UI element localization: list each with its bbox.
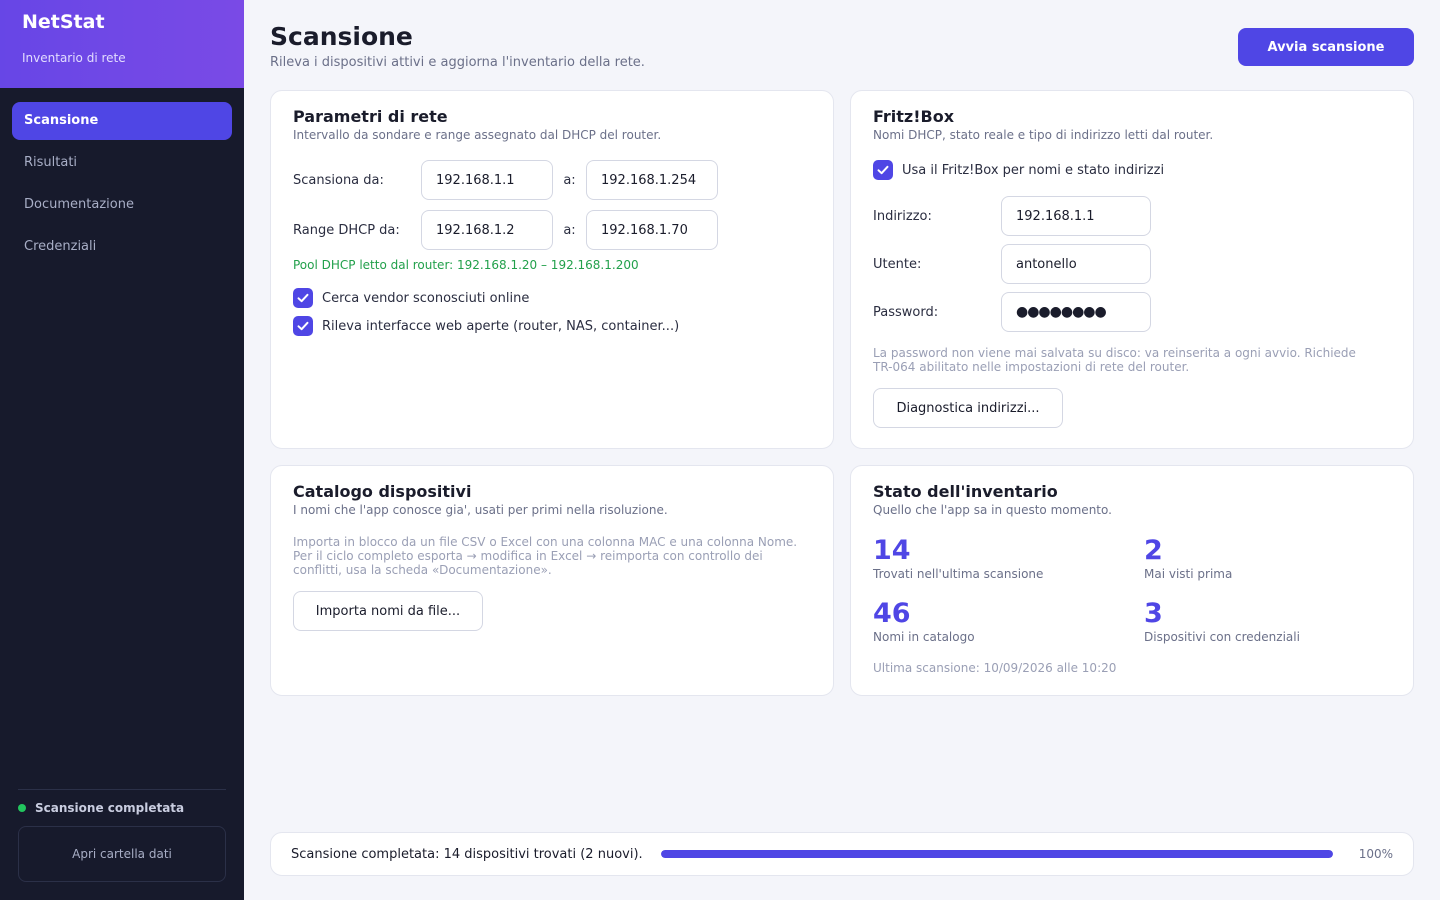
scan-range-row: Scansiona da: a: — [293, 160, 718, 200]
vendor-lookup-option: Cerca vendor sconosciuti online — [293, 288, 529, 308]
stat-label: Dispositivi con credenziali — [1144, 630, 1300, 644]
stat-catalog-names: 46 Nomi in catalogo — [873, 598, 975, 645]
sidebar-nav: Scansione Risultati Documentazione Crede… — [0, 88, 244, 266]
catalog-card-title: Catalogo dispositivi — [293, 482, 472, 501]
fritzbox-user-label: Utente: — [873, 256, 922, 272]
dhcp-to-input[interactable] — [586, 210, 718, 250]
fritzbox-note-line-2: TR-064 abilitato nelle impostazioni di r… — [873, 360, 1190, 374]
inventory-card-subtitle: Quello che l'app sa in questo momento. — [873, 503, 1112, 517]
brand-header: NetStat Inventario di rete — [0, 0, 244, 88]
status-bar: Scansione completata: 14 dispositivi tro… — [270, 832, 1414, 876]
network-params-card: Parametri di rete Intervallo da sondare … — [270, 90, 834, 449]
stat-found-last-scan: 14 Trovati nell'ultima scansione — [873, 535, 1044, 582]
network-card-subtitle: Intervallo da sondare e range assegnato … — [293, 128, 662, 142]
catalog-note-line-2: Per il ciclo completo esporta → modifica… — [293, 549, 763, 563]
scan-status-text: Scansione completata — [35, 801, 185, 815]
fritzbox-user-input[interactable] — [1001, 244, 1151, 284]
use-fritzbox-label: Usa il Fritz!Box per nomi e stato indiri… — [902, 162, 1165, 178]
app-title: NetStat — [22, 11, 105, 33]
stat-value: 2 — [1144, 535, 1163, 566]
vendor-lookup-checkbox[interactable] — [293, 288, 313, 308]
fritzbox-card-title: Fritz!Box — [873, 107, 955, 126]
dhcp-from-input[interactable] — [421, 210, 553, 250]
page-title: Scansione — [270, 22, 413, 51]
use-fritzbox-checkbox[interactable] — [873, 160, 893, 180]
status-dot-icon — [18, 804, 26, 812]
import-names-button[interactable]: Importa nomi da file... — [293, 591, 483, 631]
sidebar-item-scansione[interactable]: Scansione — [12, 102, 232, 140]
fritzbox-password-row: Password: — [873, 292, 1151, 332]
stat-label: Trovati nell'ultima scansione — [873, 567, 1044, 581]
stat-value: 14 — [873, 535, 911, 566]
stat-value: 46 — [873, 598, 911, 629]
vendor-lookup-label: Cerca vendor sconosciuti online — [322, 290, 530, 306]
fritzbox-password-note: La password non viene mai salvata su dis… — [873, 346, 1356, 374]
web-detect-checkbox[interactable] — [293, 316, 313, 336]
checkmark-icon — [297, 321, 309, 331]
catalog-note-line-1: Importa in blocco da un file CSV o Excel… — [293, 535, 798, 549]
scan-to-label: a: — [563, 172, 576, 188]
stat-value: 3 — [1144, 598, 1163, 629]
use-fritzbox-option: Usa il Fritz!Box per nomi e stato indiri… — [873, 160, 1164, 180]
sidebar: NetStat Inventario di rete Scansione Ris… — [0, 0, 244, 900]
scan-from-label: Scansiona da: — [293, 172, 384, 188]
scan-to-input[interactable] — [586, 160, 718, 200]
fritzbox-user-row: Utente: — [873, 244, 1151, 284]
fritzbox-address-input[interactable] — [1001, 196, 1151, 236]
address-diagnostics-button[interactable]: Diagnostica indirizzi... — [873, 388, 1063, 428]
sidebar-footer: Scansione completata Apri cartella dati — [18, 789, 226, 882]
stat-devices-with-credentials: 3 Dispositivi con credenziali — [1144, 598, 1300, 645]
catalog-card-subtitle: I nomi che l'app conosce gia', usati per… — [293, 503, 668, 517]
last-scan-timestamp: Ultima scansione: 10/09/2026 alle 10:20 — [873, 661, 1117, 675]
stat-label: Nomi in catalogo — [873, 630, 975, 644]
sidebar-item-documentazione[interactable]: Documentazione — [12, 186, 232, 224]
dhcp-from-label: Range DHCP da: — [293, 222, 400, 238]
fritzbox-note-line-1: La password non viene mai salvata su dis… — [873, 346, 1356, 360]
fritzbox-password-label: Password: — [873, 304, 939, 320]
dhcp-to-label: a: — [563, 222, 576, 238]
inventory-status-card: Stato dell'inventario Quello che l'app s… — [850, 465, 1414, 696]
catalog-import-note: Importa in blocco da un file CSV o Excel… — [293, 535, 797, 577]
scan-progress-fill — [660, 850, 1333, 858]
fritzbox-address-label: Indirizzo: — [873, 208, 932, 224]
checkmark-icon — [297, 293, 309, 303]
catalog-note-line-3: conflitti, usa la scheda «Documentazione… — [293, 563, 552, 577]
device-catalog-card: Catalogo dispositivi I nomi che l'app co… — [270, 465, 834, 696]
scan-status: Scansione completata — [18, 801, 226, 815]
stat-label: Mai visti prima — [1144, 567, 1233, 581]
checkmark-icon — [877, 165, 889, 175]
fritzbox-card: Fritz!Box Nomi DHCP, stato reale e tipo … — [850, 90, 1414, 449]
fritzbox-card-subtitle: Nomi DHCP, stato reale e tipo di indiriz… — [873, 128, 1214, 142]
scan-progress-percent: 100% — [1358, 847, 1393, 861]
page-subtitle: Rileva i dispositivi attivi e aggiorna l… — [270, 55, 645, 70]
inventory-card-title: Stato dell'inventario — [873, 482, 1058, 501]
start-scan-button[interactable]: Avvia scansione — [1238, 28, 1414, 66]
network-card-title: Parametri di rete — [293, 107, 448, 126]
web-detect-option: Rileva interfacce web aperte (router, NA… — [293, 316, 679, 336]
sidebar-item-risultati[interactable]: Risultati — [12, 144, 232, 182]
sidebar-item-credenziali[interactable]: Credenziali — [12, 228, 232, 266]
app-subtitle: Inventario di rete — [22, 51, 126, 65]
web-detect-label: Rileva interfacce web aperte (router, NA… — [322, 318, 680, 334]
dhcp-pool-note: Pool DHCP letto dal router: 192.168.1.20… — [293, 258, 639, 272]
fritzbox-address-row: Indirizzo: — [873, 196, 1151, 236]
fritzbox-password-input[interactable] — [1001, 292, 1151, 332]
main-content: Scansione Rileva i dispositivi attivi e … — [270, 0, 1414, 900]
scan-from-input[interactable] — [421, 160, 553, 200]
scan-progress-bar — [660, 850, 1333, 858]
stat-never-seen: 2 Mai visti prima — [1144, 535, 1233, 582]
dhcp-range-row: Range DHCP da: a: — [293, 210, 718, 250]
status-bar-text: Scansione completata: 14 dispositivi tro… — [291, 846, 643, 862]
open-data-folder-button[interactable]: Apri cartella dati — [18, 826, 226, 882]
sidebar-divider — [18, 789, 226, 790]
